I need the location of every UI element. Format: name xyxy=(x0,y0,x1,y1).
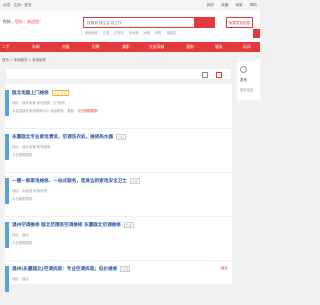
topbar-left-links[interactable]: 欢迎 · 注册 · 登录 xyxy=(3,3,31,8)
post-info-button[interactable]: 免费发布信息 xyxy=(226,17,253,28)
listing-meta: 今日刚刚更新 xyxy=(12,153,33,157)
topbar-link[interactable]: 帮助 xyxy=(250,3,257,7)
list-view-icon[interactable] xyxy=(216,72,222,78)
topbar-link[interactable]: 我的 xyxy=(207,3,214,7)
search-input[interactable] xyxy=(84,18,182,27)
listing-thumbnail[interactable] xyxy=(5,90,9,116)
user-icon[interactable] xyxy=(240,66,247,73)
hotword-link[interactable]: 电视 xyxy=(155,31,161,35)
listing-title-text[interactable]: 永嘉瓯北专业家电清洗，空调洗衣机，维修热水器 xyxy=(12,135,113,140)
list-item[interactable]: 温州(永嘉瓯北)空调拆装：专业空调拆装；低价维修 认证 面议 地区：瓯北 xyxy=(5,260,232,305)
right-sidebar: 发布 服务信息 xyxy=(237,60,260,100)
nav-item[interactable]: 房屋 xyxy=(62,44,70,50)
listing-title-text[interactable]: 温州(永嘉瓯北)空调拆装：专业空调拆装；低价维修 xyxy=(12,267,117,272)
listing-list: 瓯北电器上门维修 认证 置顶 地区：瓯北街道 家电维修 上门服务 永嘉县瓯北家电维… xyxy=(5,84,232,305)
welcome-text: 你好，您好，欢迎您！ xyxy=(3,19,43,25)
sidebar-line1[interactable]: 发布 xyxy=(240,78,247,83)
listing-title-text[interactable]: 温州空调维修 瓯北范围洗空调维修 永嘉瓯北空调维修 xyxy=(12,223,121,228)
hotword-link[interactable]: 家电维修 xyxy=(85,31,98,35)
welcome-highlight[interactable]: 您好，欢迎您！ xyxy=(15,19,43,24)
listing-meta-text: 永嘉县瓯北家电维修中心 电话联系 · 更新： xyxy=(12,109,78,113)
hot-keywords: 家电维修 空调 洗衣机 热水器 冰箱 电视 油烟机 xyxy=(85,30,180,35)
listing-meta: 今日刚刚更新 xyxy=(12,197,33,201)
hotword-link[interactable]: 洗衣机 xyxy=(114,31,124,35)
listing-meta: 地区：瓯北街道 家电维修 xyxy=(12,145,51,149)
nav-item[interactable]: 兼职 xyxy=(122,44,130,50)
topbar-right-links: 我的 收藏 商家 帮助 xyxy=(201,3,257,8)
hotword-link[interactable]: 空调 xyxy=(103,31,109,35)
list-item[interactable]: 瓯北电器上门维修 认证 置顶 地区：瓯北街道 家电维修 上门服务 永嘉县瓯北家电维… xyxy=(5,84,232,129)
topbar-link[interactable]: 收藏 xyxy=(221,3,228,7)
listing-title[interactable]: 永嘉瓯北专业家电清洗，空调洗衣机，维修热水器 认证 xyxy=(12,134,127,140)
grid-view-icon[interactable] xyxy=(202,72,208,78)
site-header: 你好，您好，欢迎您！ 家电维修 空调 洗衣机 热水器 冰箱 电视 油烟机 免费发… xyxy=(0,11,260,42)
breadcrumb[interactable]: 首页 > 本地服务 > 家电维修 xyxy=(2,57,46,62)
listing-title[interactable]: 温州(永嘉瓯北)空调拆装：专业空调拆装；低价维修 认证 xyxy=(12,266,131,272)
hotword-link[interactable]: 热水器 xyxy=(129,31,139,35)
listing-price: 面议 xyxy=(220,266,228,270)
listing-title-text[interactable]: 瓯北电器上门维修 xyxy=(12,91,49,96)
listing-tag: 认证 xyxy=(123,222,134,228)
listing-tag: 认证 xyxy=(120,266,131,272)
main-nav: 二手 车辆 房屋 招聘 兼职 交友同城 宠物 服务 培训 xyxy=(0,42,260,52)
listing-thumbnail[interactable] xyxy=(5,266,9,292)
listing-thumbnail[interactable] xyxy=(5,222,9,248)
list-toolbar xyxy=(5,68,232,80)
listing-thumbnail[interactable] xyxy=(5,134,9,160)
listing-tag: 认证 置顶 xyxy=(51,90,69,96)
listing-title[interactable]: 瓯北电器上门维修 认证 置顶 xyxy=(12,90,69,96)
nav-item[interactable]: 车辆 xyxy=(32,44,40,50)
listing-meta: 地区：瓯北 xyxy=(12,233,29,237)
hotword-link[interactable]: 冰箱 xyxy=(143,31,149,35)
listing-meta: 永嘉县瓯北家电维修中心 电话联系 · 更新：今日刚刚更新 xyxy=(12,108,98,113)
listing-meta: 地区：瓯北 xyxy=(12,277,29,281)
listing-title-text[interactable]: 一键一家家电维修，一站式服务，您身边的家电安全卫士 xyxy=(12,179,127,184)
hotword-link[interactable]: 油烟机 xyxy=(166,31,176,35)
listing-meta: 地区：瓯北街道 家电维修 上门服务 xyxy=(12,101,66,105)
list-item[interactable]: 永嘉瓯北专业家电清洗，空调洗衣机，维修热水器 认证 地区：瓯北街道 家电维修 今日… xyxy=(5,128,232,173)
listing-meta: 今日刚刚更新 xyxy=(12,241,33,245)
listing-title[interactable]: 一键一家家电维修，一站式服务，您身边的家电安全卫士 认证 xyxy=(12,178,140,184)
listing-tag: 认证 xyxy=(129,178,140,184)
search-box xyxy=(83,17,215,28)
listing-meta: 地区：永嘉县 家电维修 xyxy=(12,189,47,193)
welcome-prefix: 你好， xyxy=(3,19,15,24)
listing-tag: 认证 xyxy=(116,134,127,140)
nav-item[interactable]: 交友同城 xyxy=(149,44,164,50)
list-item[interactable]: 温州空调维修 瓯北范围洗空调维修 永嘉瓯北空调维修 认证 地区：瓯北 今日刚刚更新 xyxy=(5,216,232,261)
nav-item[interactable]: 培训 xyxy=(243,44,251,50)
nav-item[interactable]: 二手 xyxy=(2,44,10,50)
side-red-button[interactable] xyxy=(253,29,260,38)
search-button[interactable] xyxy=(194,18,214,27)
nav-item[interactable]: 招聘 xyxy=(92,44,100,50)
listing-title[interactable]: 温州空调维修 瓯北范围洗空调维修 永嘉瓯北空调维修 认证 xyxy=(12,222,134,228)
nav-item[interactable]: 宠物 xyxy=(186,44,194,50)
nav-item[interactable]: 服务 xyxy=(215,44,223,50)
sidebar-line2: 服务信息 xyxy=(240,88,254,92)
listing-meta-highlight: 今日刚刚更新 xyxy=(77,109,98,113)
list-item[interactable]: 一键一家家电维修，一站式服务，您身边的家电安全卫士 认证 地区：永嘉县 家电维修 … xyxy=(5,172,232,217)
topbar-link[interactable]: 商家 xyxy=(235,3,242,7)
listing-thumbnail[interactable] xyxy=(5,178,9,204)
